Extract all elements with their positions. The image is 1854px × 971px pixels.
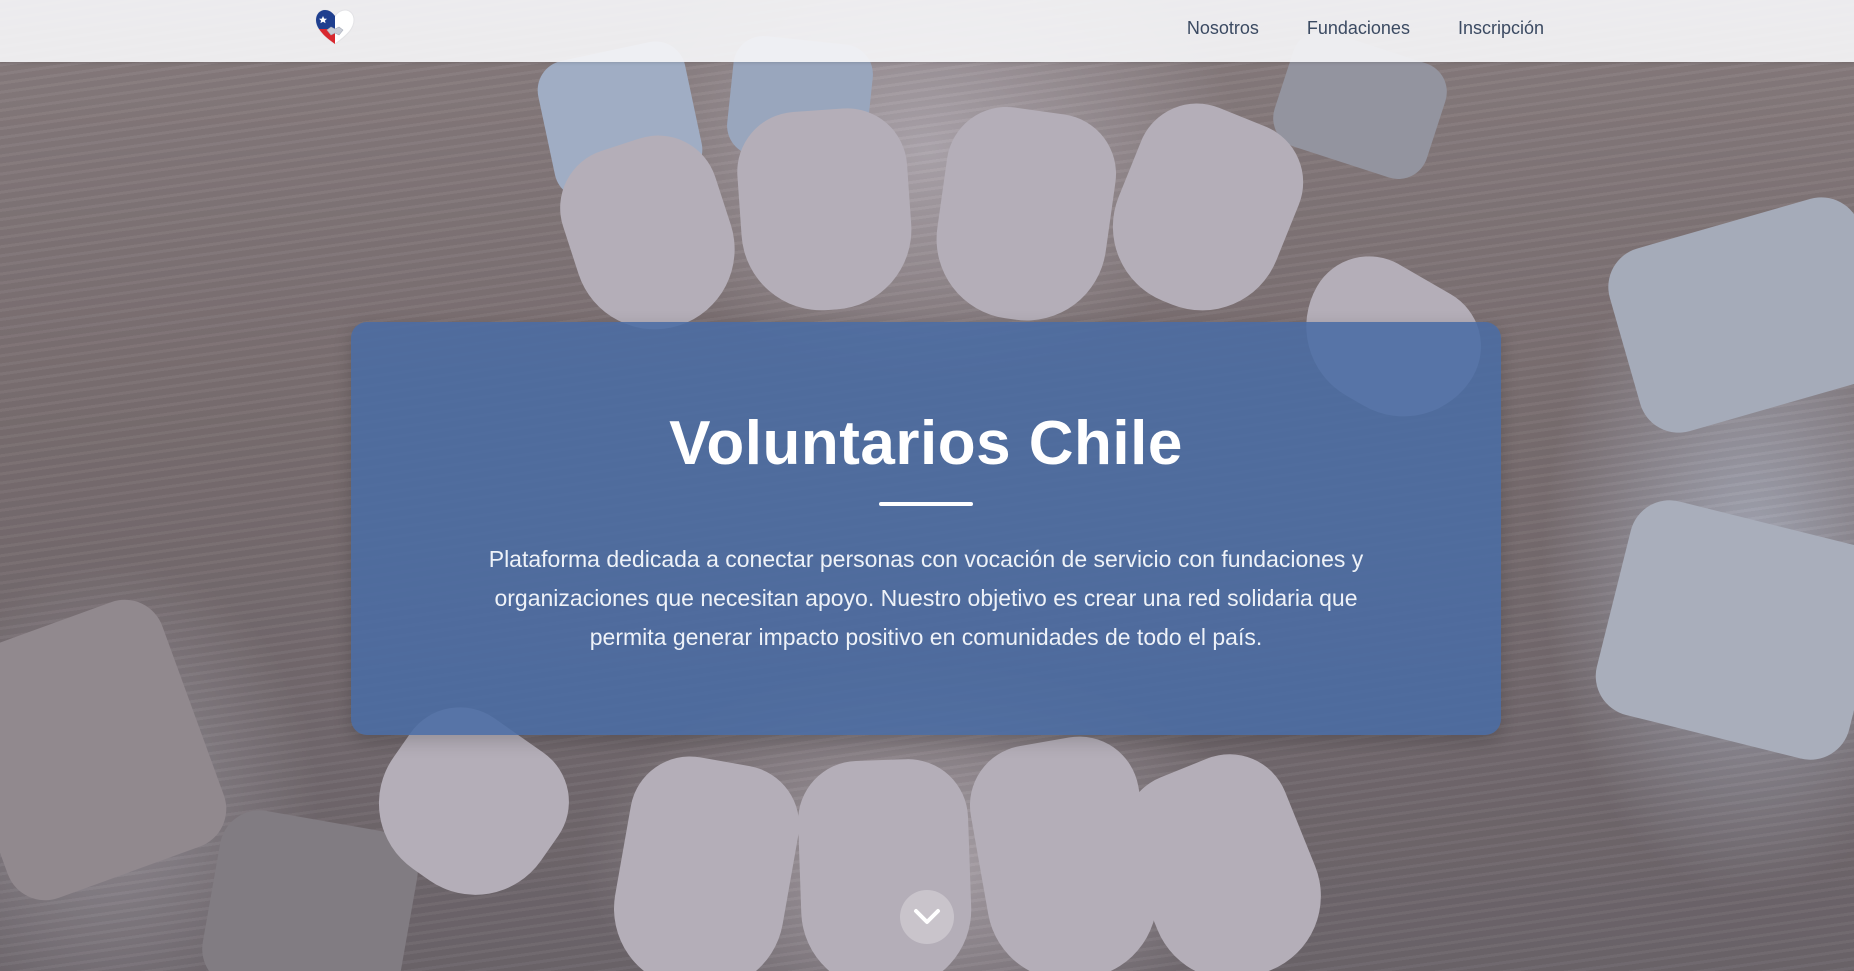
top-navbar: Nosotros Fundaciones Inscripción [0,0,1854,62]
hero-title: Voluntarios Chile [669,409,1183,478]
site-logo[interactable] [314,8,356,46]
scroll-down-button[interactable] [900,890,954,944]
chile-flag-heart-handshake-icon [315,9,355,45]
title-divider [879,502,973,506]
hero-card: Voluntarios Chile Plataforma dedicada a … [351,322,1501,735]
hero-description: Plataforma dedicada a conectar personas … [488,546,1364,650]
nav-links: Nosotros Fundaciones Inscripción [1187,0,1544,56]
page: Nosotros Fundaciones Inscripción Volunta… [0,0,1854,971]
nav-link-inscripcion[interactable]: Inscripción [1458,18,1544,39]
nav-link-nosotros[interactable]: Nosotros [1187,18,1259,39]
nav-link-fundaciones[interactable]: Fundaciones [1307,18,1410,39]
chevron-down-icon [914,909,940,924]
